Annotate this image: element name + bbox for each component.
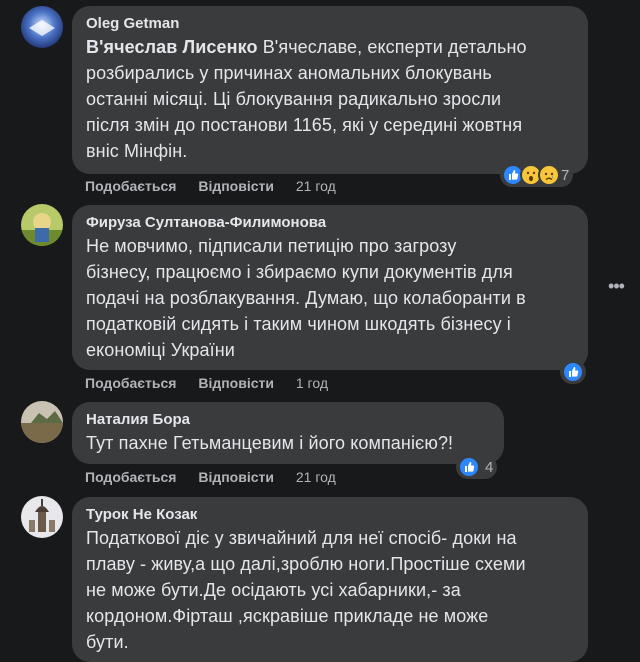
timestamp[interactable]: 21 год [296, 469, 336, 485]
comment-actions: Подобається Відповісти 1 год [85, 374, 346, 392]
like-button[interactable]: Подобається [85, 178, 176, 194]
comment-text: Податкової діє у звичайний для неї спосі… [86, 528, 526, 652]
comment-author[interactable]: Oleg Getman [86, 14, 574, 34]
mention-link[interactable]: В'ячеслав Лисенко [86, 37, 258, 57]
avatar[interactable] [21, 6, 63, 48]
reactions[interactable]: 4 [456, 455, 498, 479]
comment-text: Не мовчимо, підписали петицію про загроз… [86, 236, 526, 360]
reaction-count: 7 [561, 166, 570, 184]
like-button[interactable]: Подобається [85, 375, 176, 391]
sad-icon [538, 164, 560, 186]
comment-bubble: Фируза Султанова-Филимонова Не мовчимо, … [72, 205, 588, 370]
like-icon [562, 361, 584, 383]
comment-bubble: Наталия Бора Тут пахне Гетьманцевим і йо… [72, 402, 504, 464]
comment-actions: Подобається Відповісти 21 год [85, 468, 354, 486]
reply-button[interactable]: Відповісти [198, 469, 274, 485]
comment-bubble: Турок Не Козак Податкової діє у звичайни… [72, 497, 588, 662]
comment-author[interactable]: Фируза Султанова-Филимонова [86, 213, 574, 233]
like-button[interactable]: Подобається [85, 469, 176, 485]
comment-bubble: Oleg Getman В'ячеслав Лисенко В'ячеславе… [72, 6, 588, 174]
avatar[interactable] [21, 401, 63, 443]
more-options-icon[interactable]: ••• [606, 276, 626, 296]
like-icon [458, 456, 480, 478]
reaction-count: 4 [485, 458, 494, 476]
avatar[interactable] [21, 204, 63, 246]
comment-author[interactable]: Турок Не Козак [86, 505, 574, 525]
comment-author[interactable]: Наталия Бора [86, 410, 490, 430]
comment-actions: Подобається Відповісти 21 год [85, 177, 354, 195]
reply-button[interactable]: Відповісти [198, 178, 274, 194]
timestamp[interactable]: 21 год [296, 178, 336, 194]
timestamp[interactable]: 1 год [296, 375, 328, 391]
reactions[interactable] [560, 360, 586, 384]
reply-button[interactable]: Відповісти [198, 375, 274, 391]
avatar[interactable] [21, 496, 63, 538]
comment-text: В'ячеслав Лисенко В'ячеславе, експерти д… [86, 37, 527, 161]
comment-text: Тут пахне Гетьманцевим і його компанією?… [86, 433, 454, 453]
reactions[interactable]: 7 [500, 163, 574, 187]
